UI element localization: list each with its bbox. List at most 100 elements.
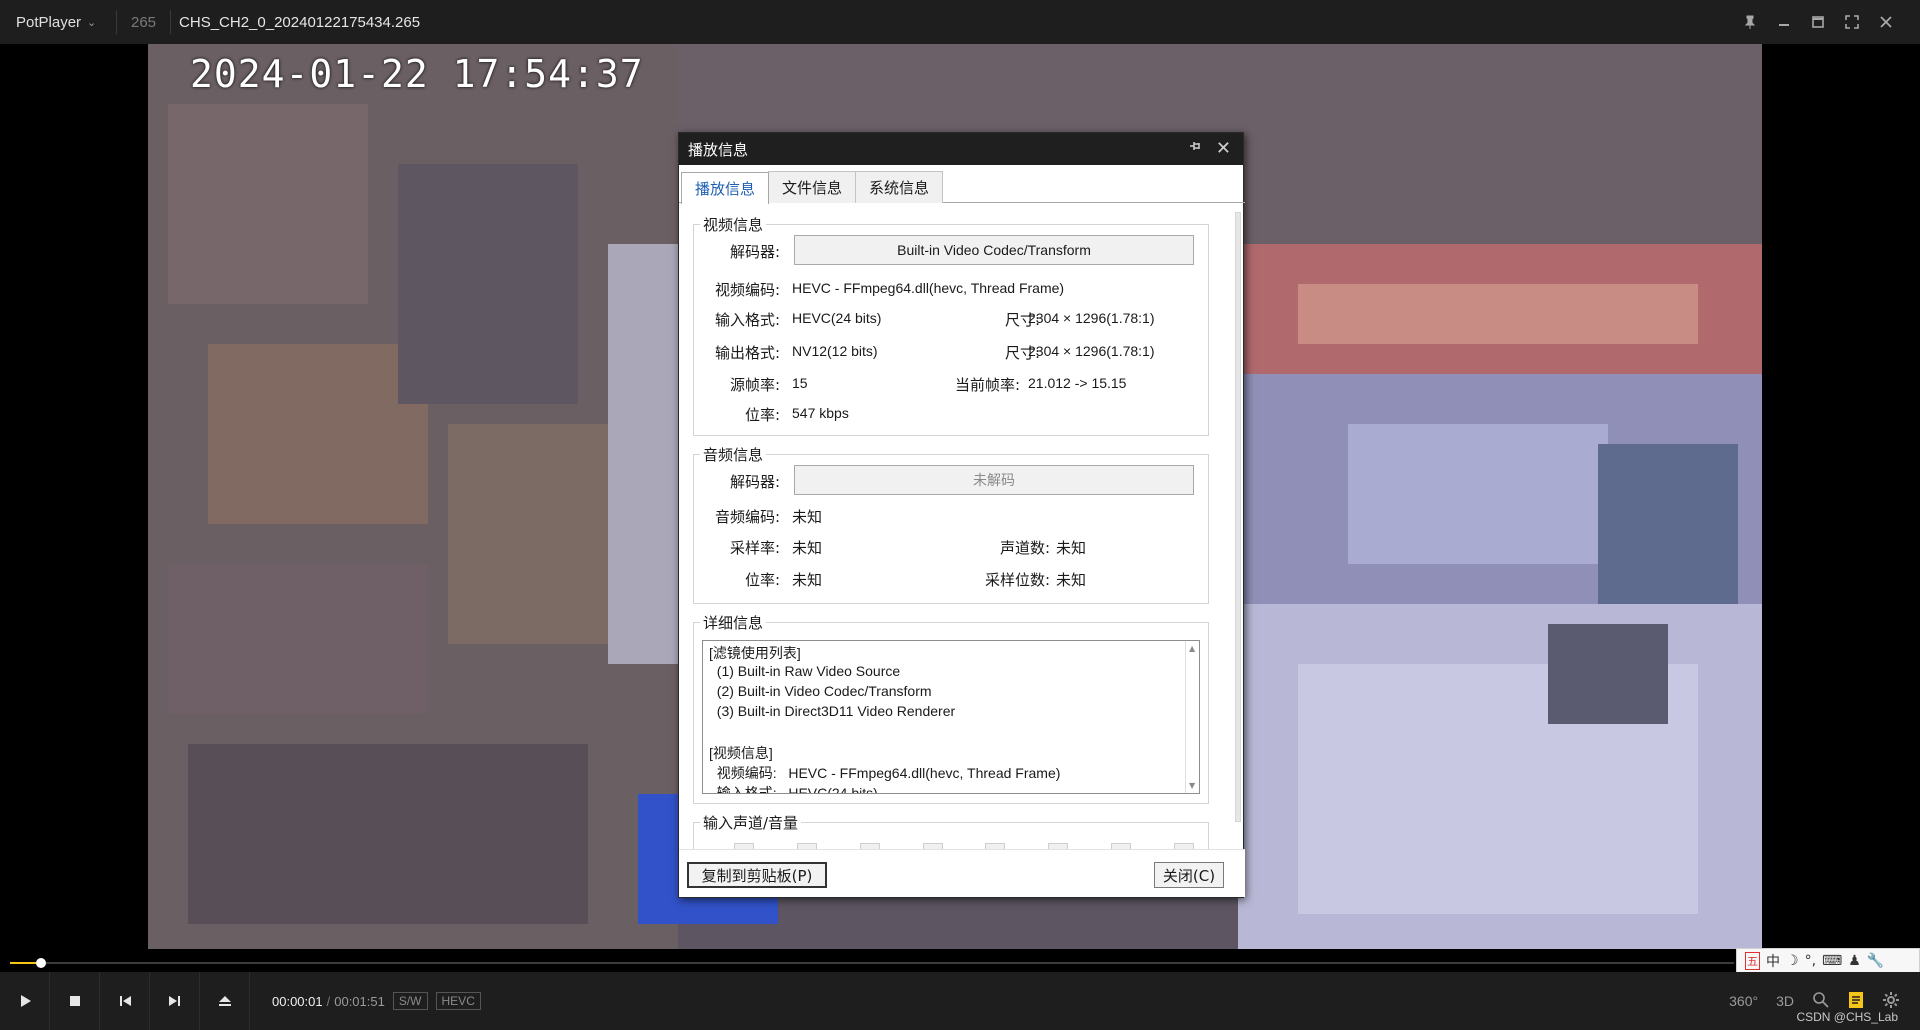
close-button[interactable]: 关闭(C): [1154, 862, 1224, 888]
dialog-title: 播放信息: [688, 140, 749, 159]
channels-label: 声道数:: [999, 539, 1050, 557]
3d-button[interactable]: 3D: [1776, 993, 1794, 1009]
video-timestamp: 2024-01-22 17:54:37: [190, 52, 644, 96]
vr360-button[interactable]: 360°: [1729, 993, 1758, 1009]
video-info-title: 视频信息: [700, 214, 767, 235]
ime-moon-icon[interactable]: ☽: [1786, 953, 1799, 969]
input-format-label: 输入格式:: [714, 311, 780, 329]
audio-decoder-label: 解码器:: [729, 473, 780, 491]
bit-depth-value: 未知: [1056, 571, 1087, 589]
video-decoder-button[interactable]: Built-in Video Codec/Transform: [794, 235, 1194, 265]
current-fps-label: 当前帧率:: [954, 376, 1020, 394]
dialog-close-icon[interactable]: ✕: [1216, 138, 1231, 159]
next-button[interactable]: [150, 972, 200, 1030]
ime-punct-icon[interactable]: °,: [1805, 953, 1816, 969]
audio-info-group: 音频信息 解码器: 未解码 音频编码: 未知 采样率: 未知 声道数: 未知 位…: [693, 444, 1209, 604]
bit-depth-label: 采样位数:: [984, 571, 1050, 589]
search-icon[interactable]: [1812, 991, 1830, 1012]
detail-line: [滤镜使用列表]: [709, 645, 801, 661]
input-size-value: 2304 × 1296(1.78:1): [1028, 310, 1155, 326]
audio-decoder-button[interactable]: 未解码: [794, 465, 1194, 495]
close-icon[interactable]: [1874, 10, 1898, 34]
detail-scrollbar[interactable]: ▲ ▼: [1185, 641, 1199, 793]
window-controls: [1738, 0, 1898, 44]
detail-line: 视频编码: HEVC - FFmpeg64.dll(hevc, Thread F…: [709, 765, 1061, 781]
sample-rate-value: 未知: [792, 539, 823, 557]
play-button[interactable]: [0, 972, 50, 1030]
tab-system-info[interactable]: 系统信息: [855, 171, 944, 203]
video-info-group: 视频信息 解码器: Built-in Video Codec/Transform…: [693, 214, 1209, 436]
app-menu-button[interactable]: PotPlayer ⌄: [0, 14, 116, 31]
pin-icon[interactable]: [1738, 10, 1762, 34]
maximize-icon[interactable]: [1806, 10, 1830, 34]
detail-text-area[interactable]: [滤镜使用列表] (1) Built-in Raw Video Source (…: [702, 640, 1200, 794]
codec-tag: 265: [131, 13, 157, 31]
detail-line: (2) Built-in Video Codec/Transform: [709, 683, 932, 699]
audio-bitrate-value: 未知: [792, 571, 823, 589]
output-format-label: 输出格式:: [714, 344, 780, 362]
previous-button[interactable]: [100, 972, 150, 1030]
eject-button[interactable]: [200, 972, 250, 1030]
dialog-titlebar[interactable]: 播放信息 ✕: [679, 133, 1243, 165]
detail-line: [视频信息]: [709, 745, 773, 761]
tab-playback-info[interactable]: 播放信息: [681, 172, 770, 204]
eject-icon: [218, 996, 231, 1006]
copy-to-clipboard-button[interactable]: 复制到剪贴板(P): [687, 862, 827, 888]
scroll-up-icon[interactable]: ▲: [1189, 644, 1195, 653]
source-fps-label: 源帧率:: [729, 376, 780, 394]
video-bitrate-label: 位率:: [744, 406, 780, 424]
ime-mode-icon[interactable]: 五: [1745, 952, 1760, 970]
volume-group: 输入声道/音量: [693, 812, 1209, 850]
panel-scrollbar[interactable]: [1233, 208, 1243, 846]
seek-track[interactable]: [10, 958, 1734, 968]
pin-icon[interactable]: [1189, 138, 1203, 157]
audio-codec-label: 音频编码:: [714, 508, 780, 526]
skip-previous-icon: [119, 996, 131, 1006]
file-title: CHS_CH2_0_20240122175434.265: [179, 13, 421, 31]
audio-codec-value: 未知: [792, 508, 823, 526]
seek-bar[interactable]: [0, 954, 1920, 972]
detail-info-group: 详细信息 [滤镜使用列表] (1) Built-in Raw Video Sou…: [693, 612, 1209, 804]
decoder-mode-badge[interactable]: S/W: [392, 992, 428, 1010]
channels-value: 未知: [1056, 539, 1087, 557]
app-name: PotPlayer: [16, 13, 82, 31]
playlist-icon[interactable]: [1848, 991, 1864, 1012]
seek-handle[interactable]: [36, 958, 47, 968]
stop-button[interactable]: [50, 972, 100, 1030]
output-size-value: 2304 × 1296(1.78:1): [1028, 343, 1155, 359]
total-time: 00:01:51: [334, 993, 385, 1009]
sample-rate-label: 采样率:: [729, 539, 780, 557]
detail-line: (1) Built-in Raw Video Source: [709, 663, 901, 679]
detail-line: 输入格式: HEVC(24 bits): [709, 785, 878, 794]
play-icon: [20, 995, 31, 1007]
video-codec-value: HEVC - FFmpeg64.dll(hevc, Thread Frame): [792, 280, 1065, 296]
video-decoder-label: 解码器:: [729, 243, 780, 261]
info-panel: 视频信息 解码器: Built-in Video Codec/Transform…: [679, 204, 1245, 850]
scrollbar-thumb[interactable]: [1235, 212, 1241, 822]
video-codec-label: 视频编码:: [714, 281, 780, 299]
current-time: 00:00:01: [272, 993, 323, 1009]
ime-toolbar: 五 中 ☽ °, ⌨ ♟ 🔧: [1736, 948, 1920, 974]
minimize-icon[interactable]: [1772, 10, 1796, 34]
input-format-value: HEVC(24 bits): [792, 310, 882, 326]
gear-icon[interactable]: [1882, 991, 1900, 1012]
ime-settings-icon[interactable]: 🔧: [1867, 953, 1884, 969]
output-format-value: NV12(12 bits): [792, 343, 878, 359]
codec-badge[interactable]: HEVC: [435, 992, 481, 1010]
tab-file-info[interactable]: 文件信息: [768, 171, 857, 203]
audio-bitrate-label: 位率:: [744, 571, 780, 589]
time-display: 00:00:01/00:01:51: [272, 993, 385, 1009]
ime-lang-icon[interactable]: 中: [1766, 951, 1780, 971]
control-bar: 00:00:01/00:01:51 S/W HEVC 360° 3D CSDN …: [0, 972, 1920, 1030]
source-fps-value: 15: [792, 375, 808, 391]
ime-user-icon[interactable]: ♟: [1848, 953, 1861, 969]
playback-info-dialog: 播放信息 ✕ 播放信息 文件信息 系统信息 视频信息 解码器: Built-in…: [678, 132, 1245, 898]
detail-info-title: 详细信息: [700, 612, 767, 633]
fullscreen-icon[interactable]: [1840, 10, 1864, 34]
volume-title: 输入声道/音量: [700, 812, 802, 833]
audio-info-title: 音频信息: [700, 444, 767, 465]
ime-keyboard-icon[interactable]: ⌨: [1822, 953, 1842, 969]
dialog-tabs: 播放信息 文件信息 系统信息: [679, 171, 1245, 204]
scroll-down-icon[interactable]: ▼: [1189, 781, 1195, 790]
current-fps-value: 21.012 -> 15.15: [1028, 375, 1127, 391]
